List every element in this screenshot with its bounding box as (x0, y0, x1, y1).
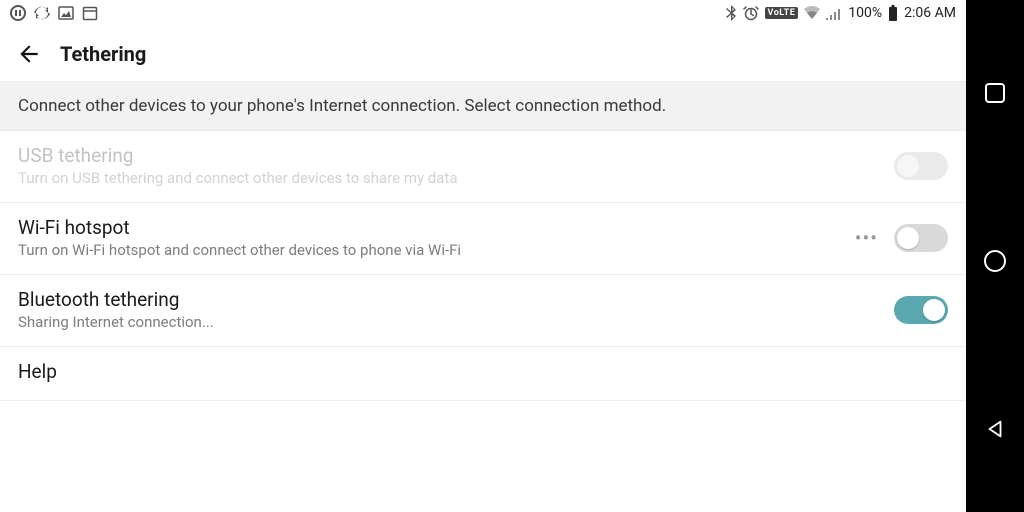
row-title: Help (18, 360, 948, 383)
back-nav-button[interactable] (982, 416, 1008, 442)
row-subtitle: Turn on USB tethering and connect other … (18, 169, 894, 187)
app-icon (10, 5, 26, 21)
status-bar: VoLTE 100% 2:06 AM (0, 0, 966, 26)
row-usb-tethering: USB tethering Turn on USB tethering and … (0, 131, 966, 203)
row-help[interactable]: Help (0, 347, 966, 401)
clock: 2:06 AM (904, 5, 956, 21)
signal-icon (826, 6, 842, 20)
app-bar: Tethering (0, 26, 966, 82)
battery-percent: 100% (848, 5, 882, 21)
settings-list: USB tethering Turn on USB tethering and … (0, 131, 966, 512)
battery-icon (888, 5, 898, 21)
toggle-bluetooth-tethering[interactable] (894, 296, 948, 324)
alarm-icon (743, 5, 759, 21)
wifi-icon (804, 6, 820, 20)
page-title: Tethering (60, 42, 146, 66)
image-icon (58, 5, 74, 21)
bluetooth-icon (725, 5, 737, 21)
volte-badge: VoLTE (765, 7, 799, 19)
home-button[interactable] (982, 248, 1008, 274)
sync-icon (34, 5, 50, 21)
row-wifi-hotspot[interactable]: Wi-Fi hotspot Turn on Wi-Fi hotspot and … (0, 203, 966, 275)
more-icon[interactable]: ••• (855, 226, 878, 250)
row-subtitle: Sharing Internet connection... (18, 313, 894, 331)
toggle-usb-tethering (894, 152, 948, 180)
system-nav-bar (966, 0, 1024, 512)
recent-apps-button[interactable] (982, 80, 1008, 106)
row-title: Bluetooth tethering (18, 288, 894, 311)
back-button[interactable] (16, 41, 42, 67)
section-description: Connect other devices to your phone's In… (0, 82, 966, 131)
row-subtitle: Turn on Wi-Fi hotspot and connect other … (18, 241, 855, 259)
calendar-icon (82, 5, 98, 21)
row-title: Wi-Fi hotspot (18, 216, 855, 239)
row-title: USB tethering (18, 144, 894, 167)
toggle-wifi-hotspot[interactable] (894, 224, 948, 252)
row-bluetooth-tethering[interactable]: Bluetooth tethering Sharing Internet con… (0, 275, 966, 347)
